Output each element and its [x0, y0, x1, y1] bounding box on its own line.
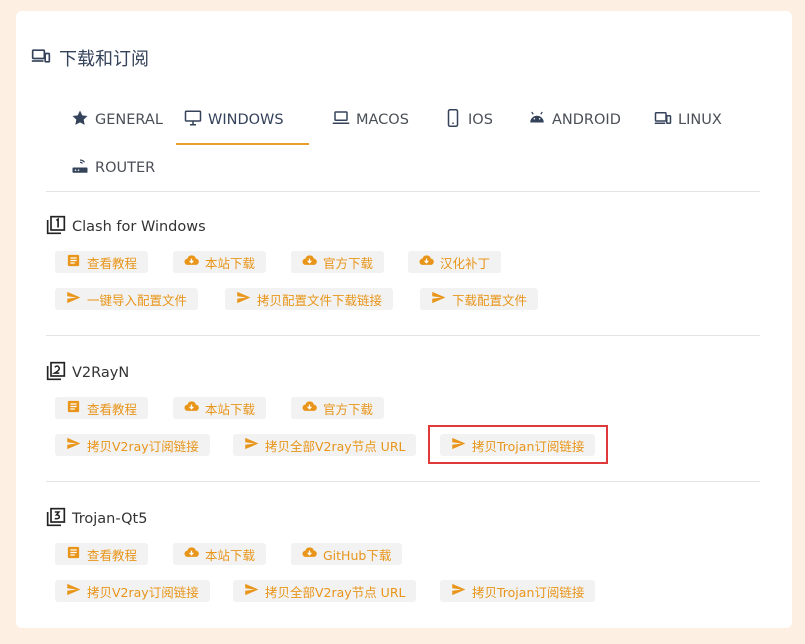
view-tutorial-button[interactable]: 查看教程: [55, 397, 149, 419]
send-icon: [244, 582, 259, 600]
tab-label: MACOS: [356, 112, 409, 128]
section-title-v2rayn: V2RayN: [46, 361, 129, 385]
section-title-text: Trojan-Qt5: [72, 511, 148, 527]
send-icon: [244, 436, 259, 454]
tab-label: ANDROID: [552, 112, 621, 128]
tab-windows[interactable]: WINDOWS: [176, 96, 309, 145]
download-config-button[interactable]: 下载配置文件: [420, 288, 539, 310]
cloud-download-icon: [184, 399, 199, 417]
cloud-download-icon: [184, 253, 199, 271]
cloud-download-icon: [302, 399, 317, 417]
site-download-button[interactable]: 本站下载: [173, 543, 267, 565]
button-label: 本站下载: [205, 547, 256, 563]
laptop-icon: [332, 109, 350, 131]
copy-v2ray-sub-button[interactable]: 拷贝V2ray订阅链接: [55, 434, 210, 456]
button-label: 拷贝Trojan订阅链接: [472, 438, 585, 454]
send-icon: [66, 290, 81, 308]
button-label: 拷贝全部V2ray节点 URL: [265, 438, 406, 454]
copy-config-link-button[interactable]: 拷贝配置文件下载链接: [225, 288, 394, 310]
button-label: 官方下载: [323, 255, 374, 271]
section-divider: [46, 481, 760, 482]
copy-all-v2ray-nodes-button[interactable]: 拷贝全部V2ray节点 URL: [233, 434, 417, 456]
tab-general[interactable]: GENERAL: [63, 96, 171, 144]
button-label: 本站下载: [205, 255, 256, 271]
site-download-button[interactable]: 本站下载: [173, 251, 267, 273]
tab-android[interactable]: ANDROID: [520, 96, 629, 144]
section-title-text: Clash for Windows: [72, 219, 206, 235]
copy-trojan-sub-button[interactable]: 拷贝Trojan订阅链接: [440, 580, 596, 602]
document-icon: [66, 399, 81, 417]
tabs-divider: [46, 191, 760, 192]
tab-label: GENERAL: [95, 112, 163, 128]
tab-ios[interactable]: IOS: [436, 96, 501, 144]
button-label: 查看教程: [87, 547, 138, 563]
page-title: 下载和订阅: [59, 49, 149, 70]
router-icon: [71, 157, 89, 179]
button-label: 汉化补丁: [440, 255, 491, 271]
send-icon: [66, 436, 81, 454]
official-download-button[interactable]: 官方下载: [291, 397, 385, 419]
section-title-clash: Clash for Windows: [46, 215, 206, 239]
copy-all-v2ray-nodes-button[interactable]: 拷贝全部V2ray节点 URL: [233, 580, 417, 602]
view-tutorial-button[interactable]: 查看教程: [55, 543, 149, 565]
section-title-text: V2RayN: [72, 365, 130, 381]
devices-icon: [31, 46, 51, 71]
tab-label: LINUX: [678, 112, 722, 128]
numbered-box-3-icon: [46, 507, 66, 531]
android-icon: [528, 109, 546, 131]
cloud-download-icon: [302, 545, 317, 563]
tab-router[interactable]: ROUTER: [63, 144, 163, 192]
button-label: 拷贝全部V2ray节点 URL: [265, 584, 406, 600]
phone-icon: [444, 109, 462, 131]
send-icon: [236, 290, 251, 308]
button-label: 拷贝Trojan订阅链接: [472, 584, 585, 600]
site-download-button[interactable]: 本站下载: [173, 397, 267, 419]
chinese-patch-button[interactable]: 汉化补丁: [408, 251, 502, 273]
button-label: 拷贝配置文件下载链接: [257, 292, 383, 308]
section-title-trojan-qt5: Trojan-Qt5: [46, 507, 147, 531]
monitor-icon: [184, 109, 202, 131]
download-subscribe-card: 下载和订阅 GENERAL WINDOWS MACOS IOS ANDROID …: [16, 11, 792, 628]
view-tutorial-button[interactable]: 查看教程: [55, 251, 149, 273]
send-icon: [451, 582, 466, 600]
button-label: 下载配置文件: [452, 292, 528, 308]
cloud-download-icon: [184, 545, 199, 563]
button-label: 查看教程: [87, 401, 138, 417]
card-header: 下载和订阅: [31, 45, 149, 71]
devices-icon: [654, 109, 672, 131]
tab-label: WINDOWS: [208, 112, 284, 128]
button-label: 本站下载: [205, 401, 256, 417]
official-download-button[interactable]: 官方下载: [291, 251, 385, 273]
tab-linux[interactable]: LINUX: [646, 96, 730, 144]
numbered-box-2-icon: [46, 361, 66, 385]
button-label: 一键导入配置文件: [87, 292, 188, 308]
tab-label: IOS: [468, 112, 493, 128]
tab-macos[interactable]: MACOS: [324, 96, 417, 144]
button-label: GitHub下载: [323, 547, 392, 563]
github-download-button[interactable]: GitHub下载: [291, 543, 403, 565]
send-icon: [451, 436, 466, 454]
copy-v2ray-sub-button[interactable]: 拷贝V2ray订阅链接: [55, 580, 210, 602]
cloud-download-icon: [302, 253, 317, 271]
cloud-download-icon: [419, 253, 434, 271]
numbered-box-1-icon: [46, 215, 66, 239]
button-label: 拷贝V2ray订阅链接: [87, 584, 199, 600]
send-icon: [66, 582, 81, 600]
document-icon: [66, 253, 81, 271]
one-click-import-button[interactable]: 一键导入配置文件: [55, 288, 199, 310]
send-icon: [431, 290, 446, 308]
star-icon: [71, 109, 89, 131]
button-label: 官方下载: [323, 401, 374, 417]
copy-trojan-sub-button[interactable]: 拷贝Trojan订阅链接: [440, 434, 596, 456]
document-icon: [66, 545, 81, 563]
button-label: 拷贝V2ray订阅链接: [87, 438, 199, 454]
section-divider: [46, 335, 760, 336]
tab-label: ROUTER: [95, 160, 156, 176]
button-label: 查看教程: [87, 255, 138, 271]
